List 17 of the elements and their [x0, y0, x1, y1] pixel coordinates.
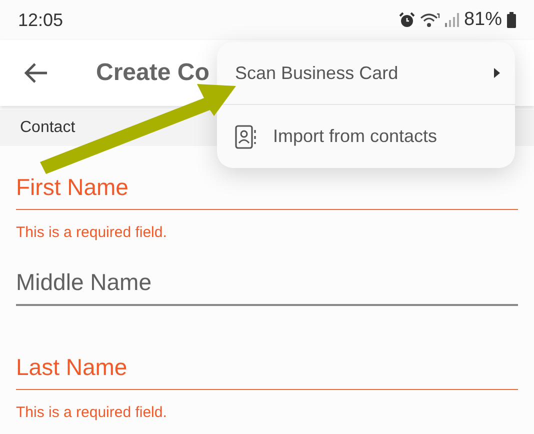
text-field[interactable]: Middle Name [16, 269, 518, 306]
section-title: Contact [20, 119, 76, 137]
text-field[interactable]: Last Name [16, 354, 518, 390]
alarm-clock-icon [398, 12, 415, 28]
menu-item[interactable]: Import from contacts [217, 104, 515, 168]
error-message: This is a required field. [16, 224, 168, 241]
submenu-arrow-icon [493, 68, 501, 78]
wifi-icon [420, 12, 440, 28]
error-message: This is a required field. [16, 404, 168, 421]
contact-book-icon [235, 124, 257, 148]
text-field[interactable]: First Name [16, 174, 518, 210]
status-time: 12:05 [18, 10, 64, 30]
menu-item[interactable]: Scan Business Card [217, 42, 515, 104]
battery-icon [507, 12, 516, 28]
signal-icon [444, 13, 459, 27]
page-title: Create Co [96, 59, 210, 87]
battery-percent: 81% [464, 9, 502, 31]
